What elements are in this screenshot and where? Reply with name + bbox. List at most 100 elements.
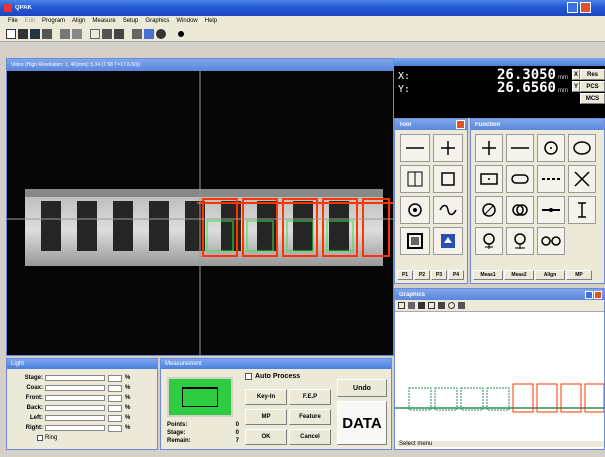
- tool-title: Tool: [399, 121, 412, 128]
- graphics-refresh-icon[interactable]: [448, 302, 455, 309]
- tool-icon[interactable]: [144, 28, 154, 39]
- light-back-slider[interactable]: [45, 405, 105, 411]
- tool-tab-p3[interactable]: P3: [431, 270, 447, 280]
- fn-tab-meas1[interactable]: Meas1: [473, 270, 503, 280]
- light-stage-value[interactable]: [108, 374, 122, 382]
- dro-res-button[interactable]: Res: [580, 69, 605, 80]
- measurement-panel: Measurement Points: 0 Stage: 0 Remain: 7 Au…: [160, 358, 392, 450]
- fn-line-distance-icon[interactable]: [537, 196, 565, 224]
- table-icon[interactable]: [102, 28, 112, 39]
- report-icon[interactable]: [132, 28, 142, 39]
- save-icon[interactable]: [30, 28, 40, 39]
- fn-tab-mp[interactable]: MP: [566, 270, 592, 280]
- box-tool-icon[interactable]: [433, 165, 463, 193]
- tool-tab-p1[interactable]: P1: [397, 270, 413, 280]
- light-left-value[interactable]: [108, 414, 122, 422]
- fn-tab-align[interactable]: Align: [535, 270, 565, 280]
- fn-circle-icon[interactable]: [537, 134, 565, 162]
- light-coax-value[interactable]: [108, 384, 122, 392]
- light-front-slider[interactable]: [45, 395, 105, 401]
- menu-program[interactable]: Program: [42, 18, 65, 24]
- dro-pcs-button[interactable]: PCS: [580, 81, 605, 92]
- measure-icon[interactable]: [72, 28, 82, 39]
- menu-graphics[interactable]: Graphics: [145, 18, 169, 24]
- menu-help[interactable]: Help: [205, 18, 217, 24]
- cancel-button[interactable]: Cancel: [289, 429, 331, 445]
- light-right-value[interactable]: [108, 424, 122, 432]
- fn-distance-icon[interactable]: [537, 165, 565, 193]
- light-coax-slider[interactable]: [45, 385, 105, 391]
- fn-point-icon[interactable]: [475, 134, 503, 162]
- dro-mcs-button[interactable]: MCS: [580, 93, 605, 104]
- fn-angle-icon[interactable]: [475, 196, 503, 224]
- menu-window[interactable]: Window: [176, 18, 197, 24]
- graphics-text-icon[interactable]: [458, 302, 465, 309]
- ok-button[interactable]: OK: [245, 429, 287, 445]
- auto-tool-icon[interactable]: [433, 227, 463, 255]
- fn-ellipse-icon[interactable]: [568, 134, 596, 162]
- dro-side-y[interactable]: Y: [572, 81, 580, 92]
- undo-button[interactable]: Undo: [337, 379, 387, 397]
- grid-icon[interactable]: [90, 28, 100, 39]
- auto-process-checkbox[interactable]: [245, 373, 252, 380]
- graphics-min-icon[interactable]: [585, 290, 593, 299]
- data-button[interactable]: DATA: [337, 401, 387, 445]
- menu-align[interactable]: Align: [72, 18, 85, 24]
- fn-height-icon[interactable]: [568, 196, 596, 224]
- point-tool-icon[interactable]: [433, 134, 463, 162]
- fn-concentric-icon[interactable]: [506, 196, 534, 224]
- fep-button[interactable]: F.E.P: [289, 389, 331, 405]
- graphics-pan-icon[interactable]: [418, 302, 425, 309]
- focus-tool-icon[interactable]: [400, 227, 430, 255]
- key-in-button[interactable]: Key-In: [245, 389, 287, 405]
- light-stage-slider[interactable]: [45, 375, 105, 381]
- tool-close-icon[interactable]: [456, 120, 465, 129]
- fn-tab-meas2[interactable]: Meas2: [504, 270, 534, 280]
- graphics-delete-icon[interactable]: [438, 302, 445, 309]
- light-left-slider[interactable]: [45, 415, 105, 421]
- menu-measure[interactable]: Measure: [92, 18, 115, 24]
- tool-tab-p4[interactable]: P4: [448, 270, 464, 280]
- contour-tool-icon[interactable]: [433, 196, 463, 224]
- camera-icon[interactable]: [156, 28, 166, 39]
- new-icon[interactable]: [6, 28, 16, 39]
- fn-rectangle-icon[interactable]: [475, 165, 503, 193]
- line-tool-icon[interactable]: [400, 134, 430, 162]
- video-window: Video (High Resolution: 1, 4K[mm]: 5.34 …: [6, 58, 394, 356]
- chart-icon[interactable]: [114, 28, 124, 39]
- record-icon[interactable]: [178, 30, 184, 37]
- minimize-icon[interactable]: [567, 2, 578, 13]
- graphics-fit-icon[interactable]: [428, 302, 435, 309]
- graphics-canvas[interactable]: [395, 312, 604, 438]
- light-right-slider[interactable]: [45, 425, 105, 431]
- close-icon[interactable]: [580, 2, 591, 13]
- tool-tab-p2[interactable]: P2: [414, 270, 430, 280]
- circle-tool-icon[interactable]: [400, 196, 430, 224]
- fn-link-icon[interactable]: [537, 227, 565, 255]
- fn-symmetry-icon[interactable]: [506, 227, 534, 255]
- width-tool-icon[interactable]: [400, 165, 430, 193]
- zoom-icon[interactable]: [60, 28, 70, 39]
- graphics-close-icon[interactable]: [594, 290, 602, 299]
- light-title: Light: [11, 361, 25, 367]
- ring-checkbox[interactable]: [37, 435, 43, 441]
- menu-edit[interactable]: Edit: [25, 18, 35, 24]
- light-panel: Light Stage:% Coax:% Front:% Back:% Left…: [6, 358, 158, 450]
- light-front-value[interactable]: [108, 394, 122, 402]
- print-icon[interactable]: [42, 28, 52, 39]
- fn-slot-icon[interactable]: [506, 165, 534, 193]
- open-icon[interactable]: [18, 28, 28, 39]
- dro-side-x[interactable]: X: [572, 69, 580, 80]
- fn-origin-icon[interactable]: [475, 227, 503, 255]
- graphics-zoom-icon[interactable]: [408, 302, 415, 309]
- menu-setup[interactable]: Setup: [123, 18, 139, 24]
- menu-file[interactable]: File: [8, 18, 18, 24]
- feature-button[interactable]: Feature: [289, 409, 331, 425]
- ring-label: Ring: [45, 435, 58, 441]
- light-back-value[interactable]: [108, 404, 122, 412]
- mp-button[interactable]: MP: [245, 409, 287, 425]
- fn-intersect-icon[interactable]: [568, 165, 596, 193]
- graphics-select-icon[interactable]: [398, 302, 405, 309]
- fn-line-icon[interactable]: [506, 134, 534, 162]
- video-feed[interactable]: [7, 71, 393, 355]
